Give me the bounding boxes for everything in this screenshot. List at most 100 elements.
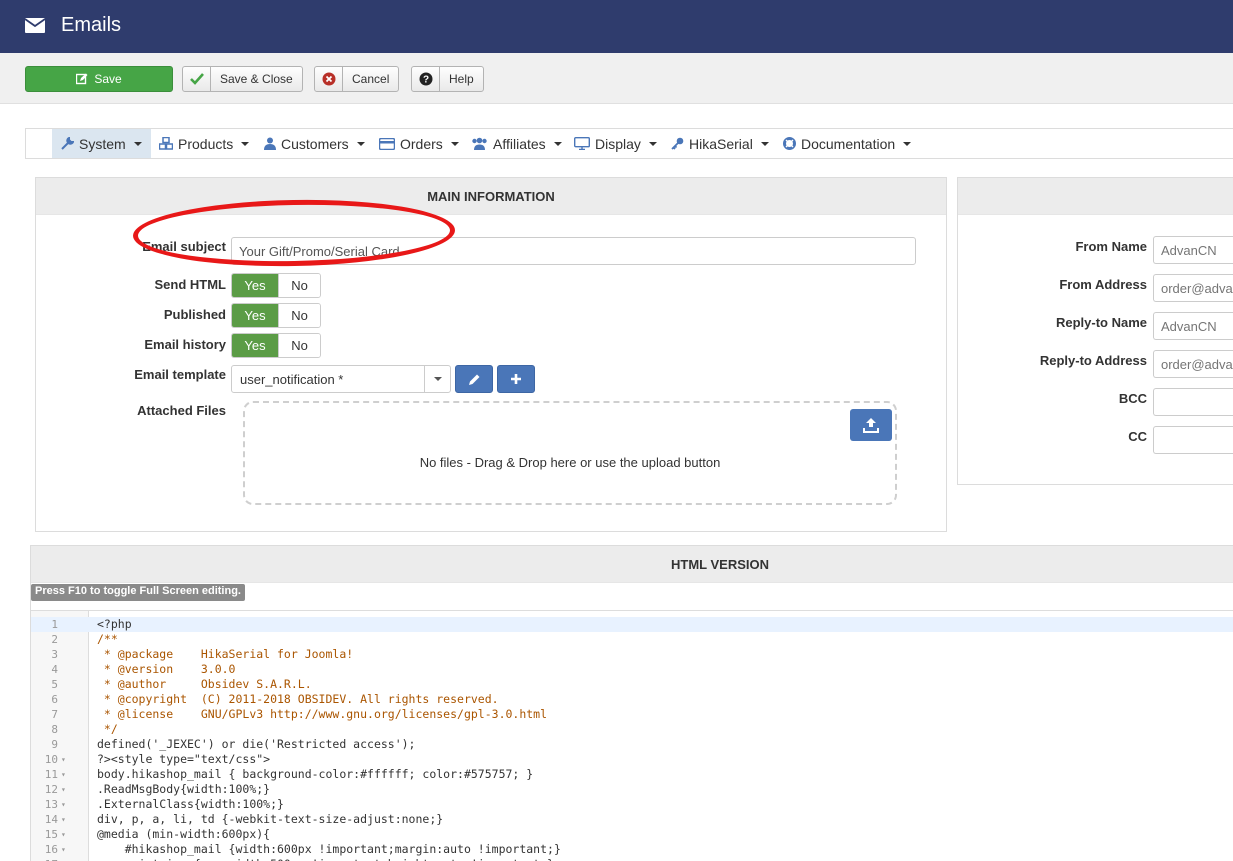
yes-option[interactable]: Yes [232, 334, 278, 357]
code-line[interactable]: 7 * @license GNU/GPLv3 http://www.gnu.or… [31, 707, 1233, 722]
code-line[interactable]: 8 */ [31, 722, 1233, 737]
edit-template-button[interactable] [455, 365, 493, 393]
code-text: ?><style type="text/css"> [97, 752, 271, 766]
no-option[interactable]: No [278, 334, 320, 357]
cc-input[interactable] [1153, 426, 1233, 454]
code-text: .pict img {max-width:500px !important;he… [97, 857, 554, 861]
fold-arrow-icon[interactable]: ▾ [61, 782, 66, 797]
line-number: 3 [51, 648, 58, 661]
select-value: user_notification * [240, 371, 344, 387]
save-close-label: Save & Close [220, 72, 293, 86]
code-line[interactable]: 1 <?php [31, 617, 1233, 632]
file-dropzone[interactable]: No files - Drag & Drop here or use the u… [243, 401, 897, 505]
code-line[interactable]: 2 /** [31, 632, 1233, 647]
no-option[interactable]: No [278, 304, 320, 327]
cancel-icon [322, 72, 335, 86]
upload-button[interactable] [850, 409, 892, 441]
from-name-input[interactable] [1153, 236, 1233, 264]
code-line[interactable]: 10 ▾ ?><style type="text/css"> [31, 752, 1233, 767]
cancel-button[interactable]: Cancel [314, 66, 400, 92]
code-line[interactable]: 6 * @copyright (C) 2011-2018 OBSIDEV. Al… [31, 692, 1233, 707]
card-icon [379, 137, 395, 150]
email-history-toggle[interactable]: Yes No [231, 333, 321, 358]
help-button[interactable]: ? Help [411, 66, 484, 92]
menu-products[interactable]: Products [150, 129, 258, 158]
code-line[interactable]: 5 * @author Obsidev S.A.R.L. [31, 677, 1233, 692]
code-line[interactable]: 15 ▾ @media (min-width:600px){ [31, 827, 1233, 842]
menu-orders[interactable]: Orders [370, 129, 468, 158]
monitor-icon [574, 137, 590, 150]
code-line[interactable]: 16 ▾ #hikashop_mail {width:600px !importa… [31, 842, 1233, 857]
reply-to-name-label: Reply-to Name [1055, 315, 1147, 330]
save-button[interactable]: Save [25, 66, 173, 92]
from-address-input[interactable] [1153, 274, 1233, 302]
code-line[interactable]: 9 defined('_JEXEC') or die('Restricted ac… [31, 737, 1233, 752]
fullscreen-hint: Press F10 to toggle Full Screen editing. [31, 584, 245, 601]
cancel-label: Cancel [352, 72, 390, 86]
code-line[interactable]: 4 * @version 3.0.0 [31, 662, 1233, 677]
fold-arrow-icon[interactable]: ▾ [61, 812, 66, 827]
email-template-select[interactable]: user_notification * [231, 365, 451, 393]
menu-label: Orders [400, 135, 443, 152]
menu-label: Customers [281, 135, 349, 152]
code-text: #hikashop_mail {width:600px !important;m… [97, 842, 561, 856]
code-line[interactable]: 3 * @package HikaSerial for Joomla! [31, 647, 1233, 662]
reply-to-address-input[interactable] [1153, 350, 1233, 378]
chevron-down-icon[interactable] [424, 366, 450, 392]
menu-system[interactable]: System [52, 129, 151, 158]
cc-label: CC [1128, 429, 1147, 444]
menu-label: Products [178, 135, 234, 152]
fold-arrow-icon[interactable]: ▾ [61, 767, 66, 782]
menu-label: Display [595, 135, 641, 152]
code-line[interactable]: 11 ▾ body.hikashop_mail { background-color… [31, 767, 1233, 782]
add-template-button[interactable] [497, 365, 535, 393]
reply-to-name-input[interactable] [1153, 312, 1233, 340]
menu-customers[interactable]: Customers [255, 129, 374, 158]
wrench-icon [61, 137, 74, 150]
line-number: 17 [31, 857, 58, 861]
users-icon [472, 137, 487, 150]
fold-arrow-icon[interactable]: ▾ [61, 842, 66, 857]
svg-text:?: ? [422, 75, 428, 86]
code-line[interactable]: 13 ▾ .ExternalClass{width:100%;} [31, 797, 1233, 812]
caret-down-icon [133, 141, 142, 146]
code-text: defined('_JEXEC') or die('Restricted acc… [97, 737, 416, 751]
code-text: * @package HikaSerial for Joomla! [97, 647, 354, 661]
menu-label: Documentation [801, 135, 896, 152]
menu-hikaserial[interactable]: HikaSerial [662, 129, 778, 158]
no-option[interactable]: No [278, 274, 320, 297]
published-toggle[interactable]: Yes No [231, 303, 321, 328]
yes-option[interactable]: Yes [232, 304, 278, 327]
bcc-input[interactable] [1153, 388, 1233, 416]
menu-label: HikaSerial [689, 135, 753, 152]
code-line[interactable]: 14 ▾ div, p, a, li, td {-webkit-text-size-… [31, 812, 1233, 827]
menu-documentation[interactable]: Documentation [774, 129, 920, 158]
code-text: .ExternalClass{width:100%;} [97, 797, 284, 811]
fold-arrow-icon[interactable]: ▾ [61, 827, 66, 842]
code-line[interactable]: 17▾ .pict img {max-width:500px !importan… [31, 857, 1233, 861]
fold-arrow-icon[interactable]: ▾ [61, 857, 66, 861]
line-number: 2 [51, 633, 58, 646]
line-number: 11 [44, 768, 58, 781]
from-name-label: From Name [1075, 239, 1147, 254]
line-number: 1 [51, 618, 58, 631]
fold-arrow-icon[interactable]: ▾ [61, 752, 66, 767]
code-editor[interactable]: 1 <?php 2/** 3 * @package HikaSerial for Jo… [31, 610, 1233, 861]
main-menu: System Products Customers Orders Affilia… [25, 128, 1233, 159]
code-line[interactable]: 12 ▾ .ReadMsgBody{width:100%;} [31, 782, 1233, 797]
save-close-button[interactable]: Save & Close [182, 66, 303, 92]
reply-to-address-label: Reply-to Address [1039, 353, 1147, 368]
menu-display[interactable]: Display [565, 129, 666, 158]
yes-option[interactable]: Yes [232, 274, 278, 297]
panel-heading: MAIN INFORMATION [36, 178, 946, 215]
caret-down-icon [553, 141, 562, 146]
menu-affiliates[interactable]: Affiliates [462, 129, 571, 158]
code-text: * @copyright (C) 2011-2018 OBSIDEV. All … [97, 692, 499, 706]
code-text: /** [97, 632, 118, 646]
line-number: 5 [51, 678, 58, 691]
caret-down-icon [760, 141, 769, 146]
from-address-label: From Address [1059, 277, 1147, 292]
fold-arrow-icon[interactable]: ▾ [61, 797, 66, 812]
email-template-label: Email template [134, 367, 226, 382]
send-html-toggle[interactable]: Yes No [231, 273, 321, 298]
